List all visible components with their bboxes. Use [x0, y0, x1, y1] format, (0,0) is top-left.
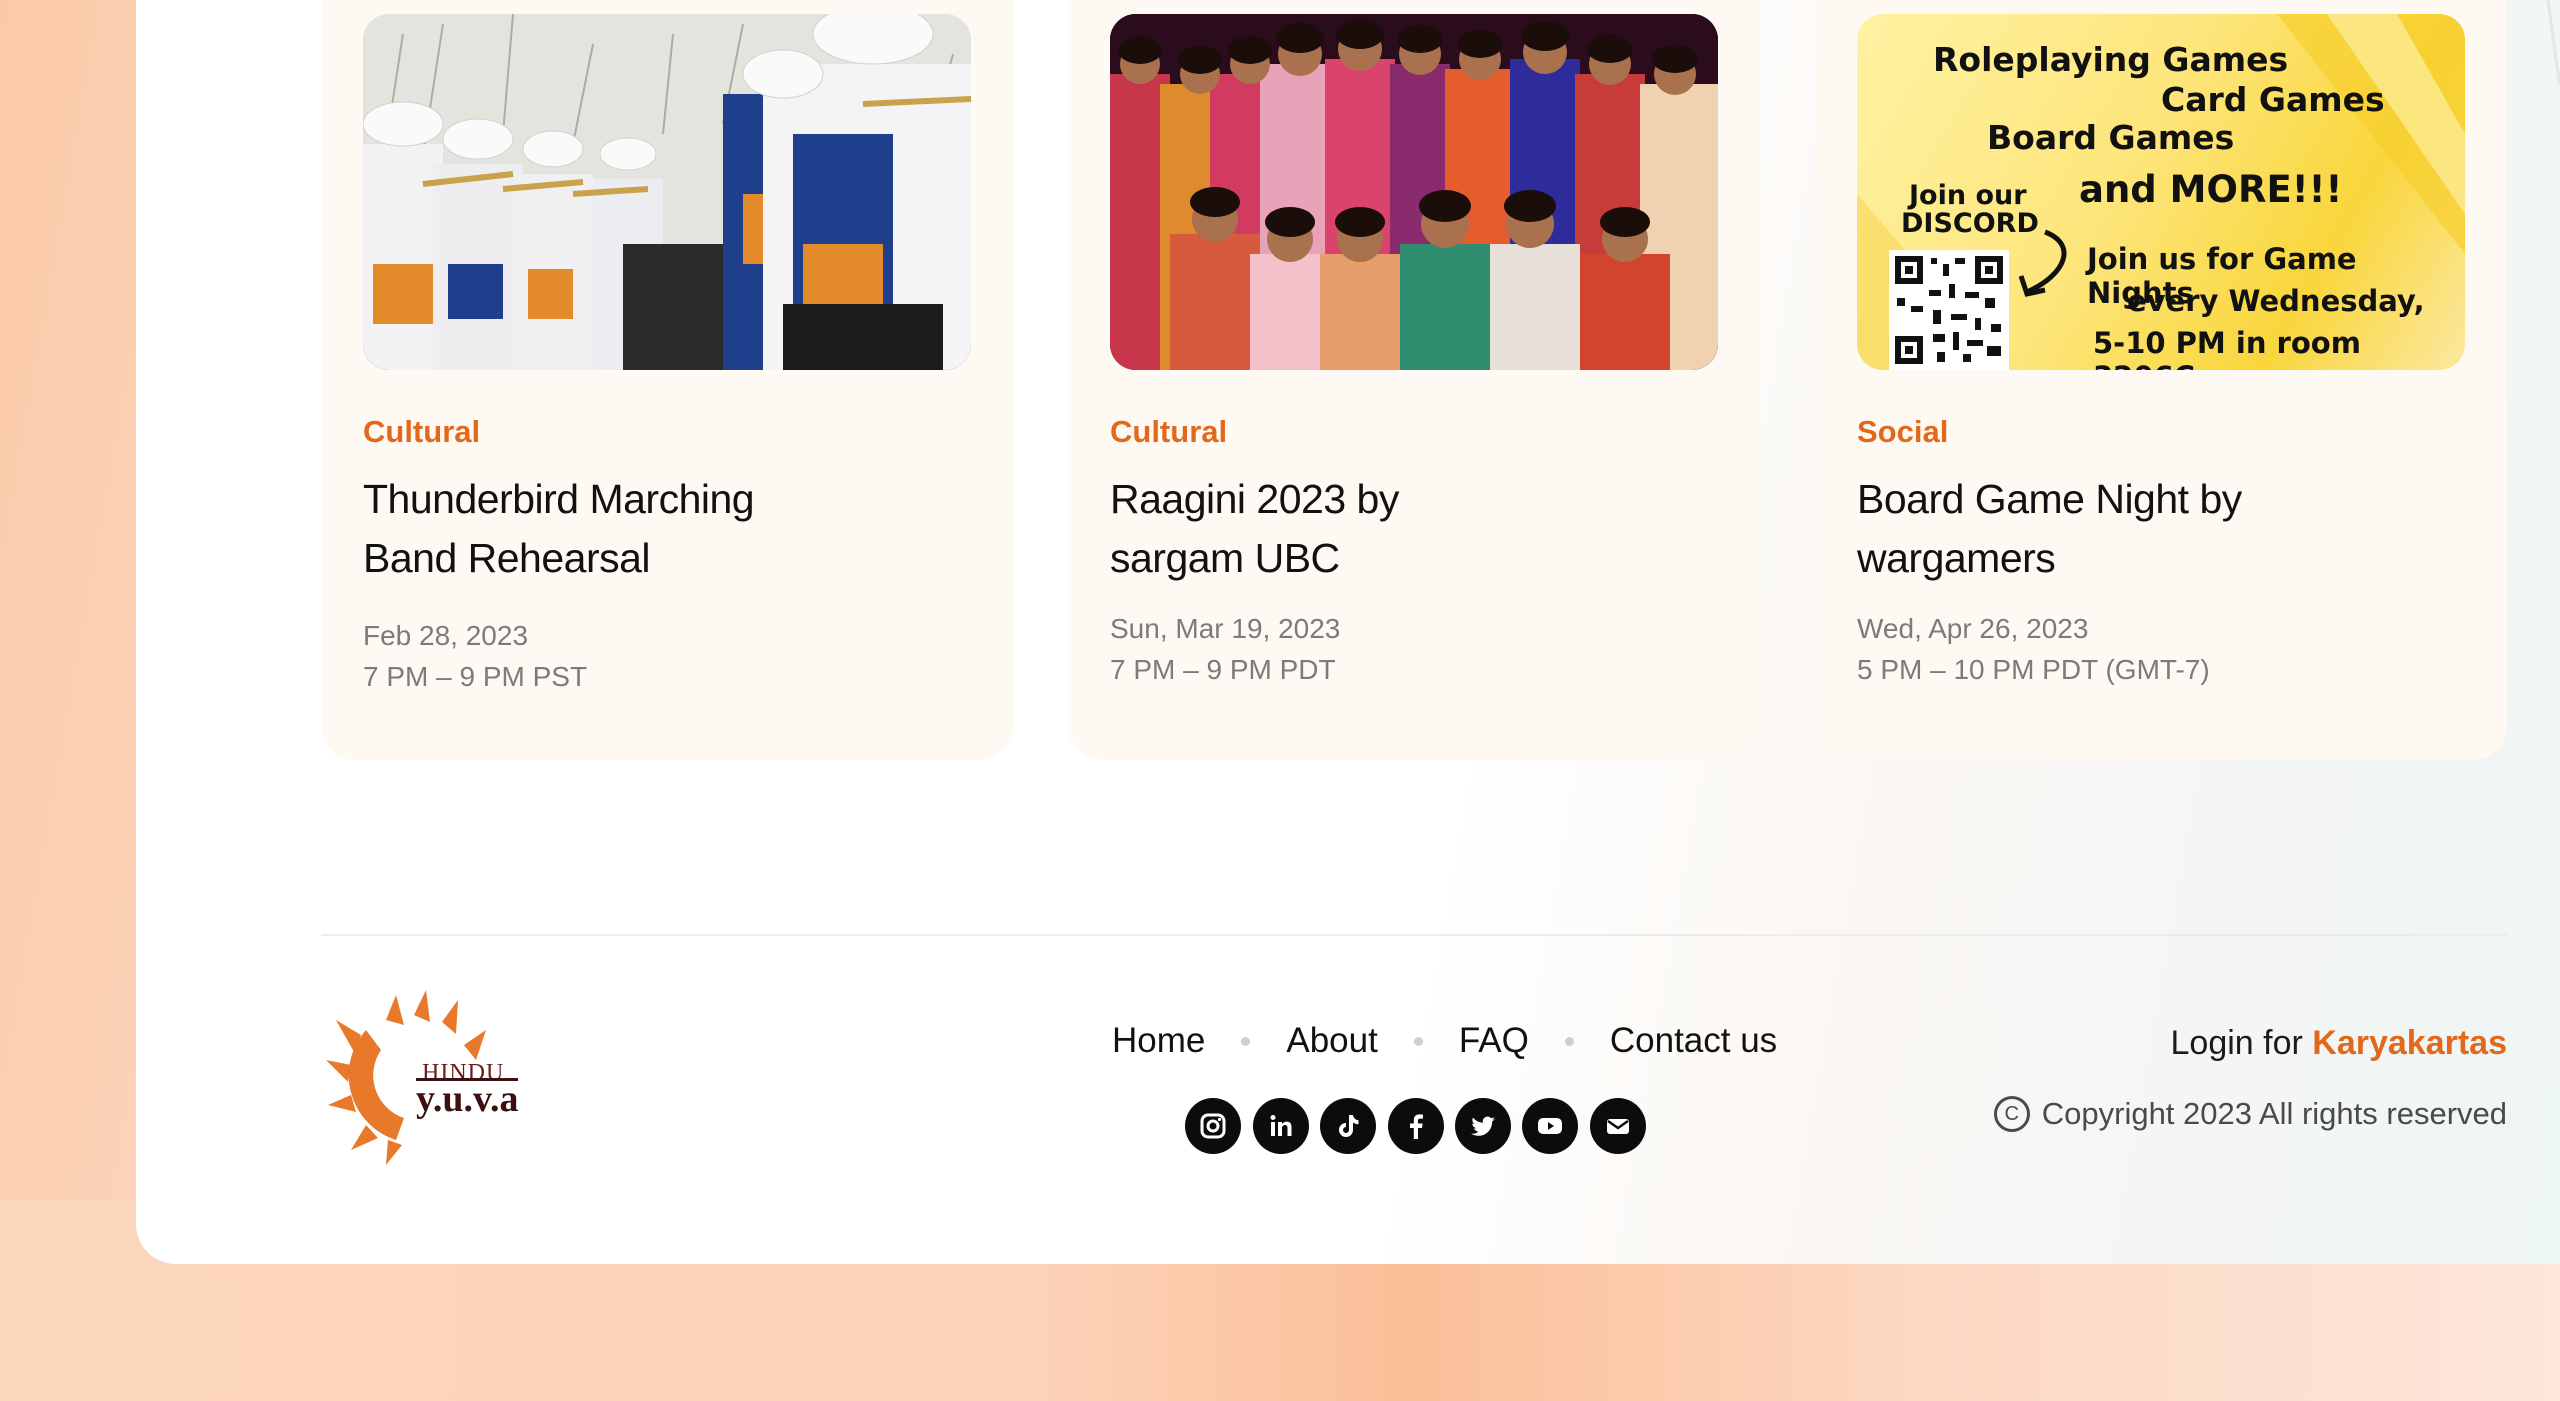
logo-text-yuva: y.u.v.a	[416, 1078, 519, 1120]
login-prefix: Login for	[2170, 1024, 2303, 1062]
youtube-icon[interactable]	[1522, 1098, 1578, 1154]
event-time: 7 PM – 9 PM PDT	[1110, 654, 1336, 685]
event-time: 5 PM – 10 PM PDT (GMT-7)	[1857, 654, 2210, 685]
footer-link-contact[interactable]: Contact us	[1610, 1021, 1777, 1061]
event-card[interactable]: Roleplaying Games Card Games Board Games…	[1815, 0, 2507, 760]
footer-nav: Home About FAQ Contact us	[1112, 1016, 1777, 1066]
copyright-icon: C	[1993, 1096, 2030, 1132]
event-category: Cultural	[1110, 414, 1228, 449]
copyright-text: Copyright 2023 All rights reserved	[2041, 1096, 2507, 1131]
event-image-board-game-poster: Roleplaying Games Card Games Board Games…	[1857, 14, 2465, 370]
event-card[interactable]: Cultural Raagini 2023 by sargam UBC Sun,…	[1068, 0, 1760, 760]
footer-divider	[321, 934, 2507, 936]
poster-discord-line1: Join our	[1909, 180, 2027, 211]
event-title[interactable]: Raagini 2023 by sargam UBC	[1110, 470, 1530, 588]
login-karyakartas[interactable]: Login for Karyakartas	[2171, 1024, 2507, 1063]
event-time: 7 PM – 9 PM PST	[363, 661, 588, 692]
poster-info-line3: 5-10 PM in room 3206C	[2093, 326, 2361, 370]
poster-line-card-games: Card Games	[2161, 80, 2385, 119]
footer-link-faq[interactable]: FAQ	[1459, 1021, 1529, 1061]
event-title[interactable]: Board Game Night by wargamers	[1857, 470, 2277, 588]
event-category: Cultural	[363, 414, 481, 449]
poster-discord-line2: DISCORD	[1901, 208, 2039, 239]
copyright: C Copyright 2023 All rights reserved	[1993, 1096, 2507, 1132]
login-link[interactable]: Karyakartas	[2312, 1024, 2507, 1062]
tiktok-icon[interactable]	[1320, 1098, 1376, 1154]
nav-separator	[1241, 1036, 1251, 1046]
event-date: Feb 28, 2023	[363, 620, 529, 651]
facebook-icon[interactable]	[1388, 1098, 1444, 1154]
event-card[interactable]: Cultural Thunderbird Marching Band Rehea…	[321, 0, 1013, 760]
poster-line-roleplaying: Roleplaying Games	[1933, 40, 2289, 79]
qr-code-icon	[1889, 250, 2009, 370]
linkedin-icon[interactable]	[1253, 1098, 1309, 1154]
event-date: Sun, Mar 19, 2023	[1110, 613, 1341, 644]
decorative-curve	[2546, 0, 2560, 86]
event-category: Social	[1857, 414, 1949, 449]
nav-separator	[1564, 1036, 1574, 1046]
event-image-raagini	[1110, 14, 1718, 370]
event-date: Wed, Apr 26, 2023	[1857, 613, 2089, 644]
footer-link-home[interactable]: Home	[1112, 1021, 1205, 1061]
hindu-yuva-logo[interactable]: HINDU y.u.v.a	[326, 990, 536, 1165]
poster-info-line2: every Wednesday,	[2127, 284, 2425, 318]
event-title[interactable]: Thunderbird Marching Band Rehearsal	[363, 470, 783, 588]
footer-link-about[interactable]: About	[1286, 1021, 1377, 1061]
twitter-icon[interactable]	[1455, 1098, 1511, 1154]
event-image-marching-band	[363, 14, 971, 370]
poster-line-more: and MORE!!!	[2079, 168, 2343, 211]
nav-separator	[1413, 1036, 1423, 1046]
poster-line-board-games: Board Games	[1987, 118, 2235, 157]
email-icon[interactable]	[1590, 1098, 1646, 1154]
instagram-icon[interactable]	[1185, 1098, 1241, 1154]
